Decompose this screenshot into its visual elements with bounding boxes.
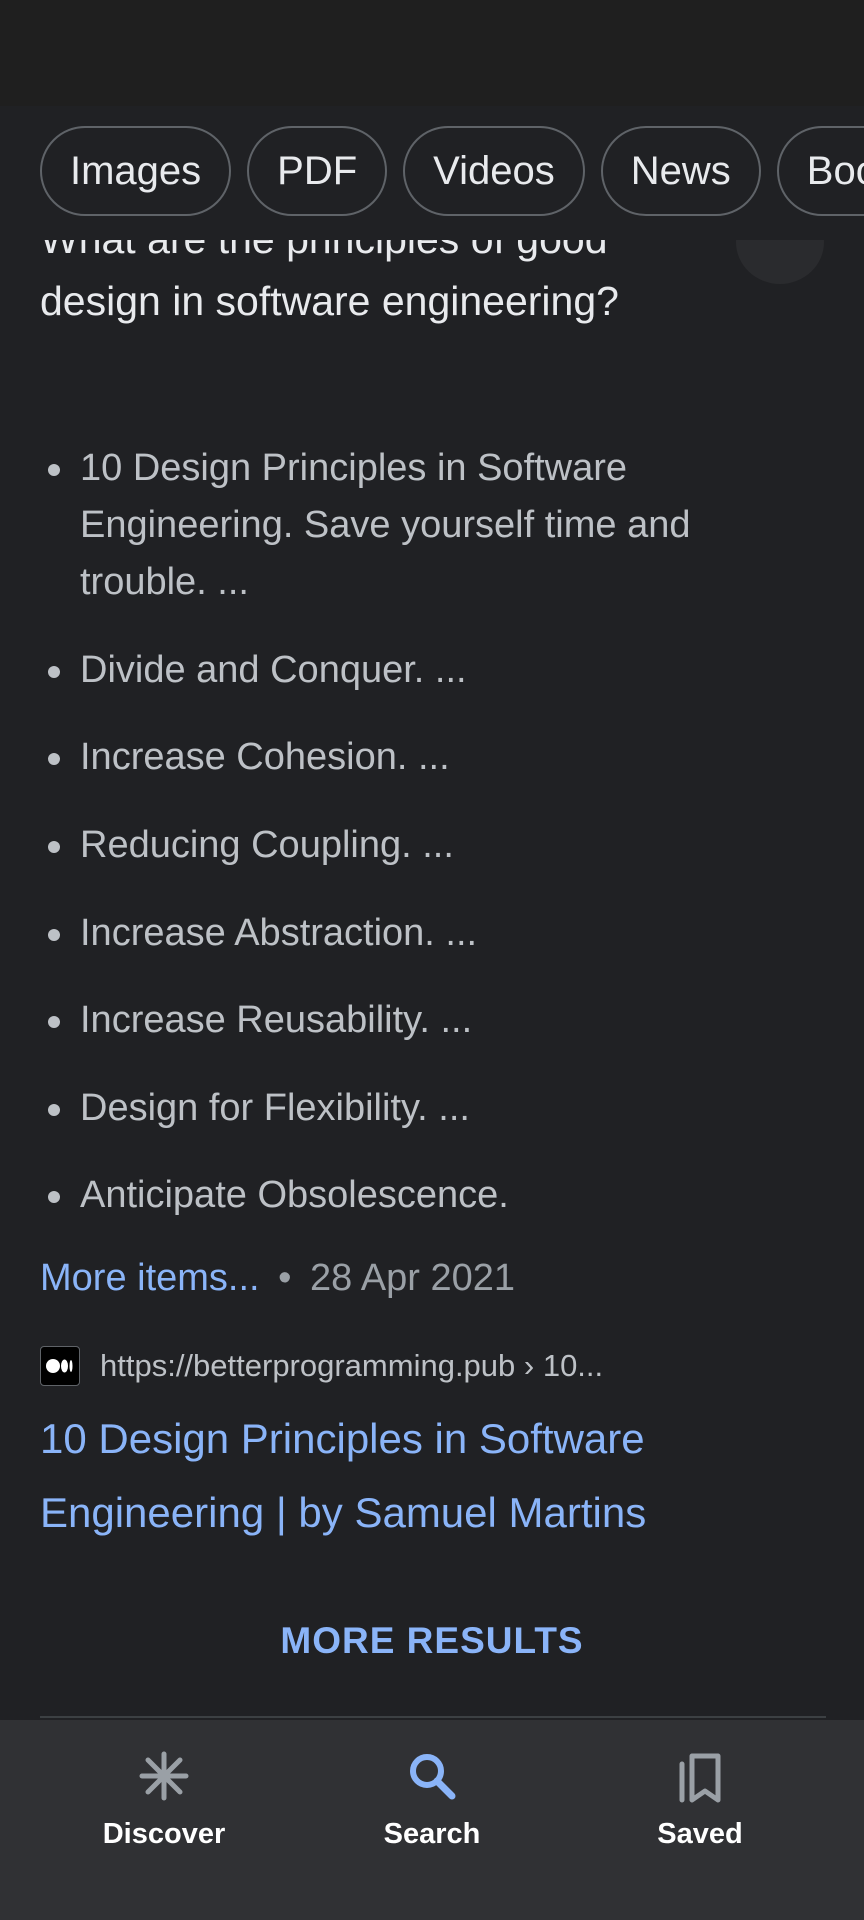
meta-line: More items... • 28 Apr 2021 <box>40 1254 515 1302</box>
bookmarks-icon <box>679 1753 721 1803</box>
separator-dot: • <box>278 1257 292 1299</box>
list-item: 10 Design Principles in Software Enginee… <box>48 440 780 611</box>
list-item: Increase Cohesion. ... <box>48 729 780 786</box>
list-item: Reducing Coupling. ... <box>48 817 780 874</box>
more-items-link[interactable]: More items... <box>40 1257 260 1299</box>
nav-saved-label: Saved <box>657 1818 743 1850</box>
nav-search[interactable]: Search <box>312 1746 552 1866</box>
nav-search-label: Search <box>383 1818 481 1850</box>
list-item: Increase Reusability. ... <box>48 992 780 1049</box>
chip-news[interactable]: News <box>600 126 761 216</box>
list-item: Design for Flexibility. ... <box>48 1080 780 1137</box>
filter-chip-bar: Images PDF Videos News Books <box>0 106 864 240</box>
more-results-button[interactable]: MORE RESULTS <box>0 1620 864 1662</box>
divider <box>40 1716 826 1718</box>
list-item-text: Anticipate Obsolescence. <box>80 1174 509 1216</box>
source-row[interactable]: https://betterprogramming.pub › 10... <box>40 1346 603 1386</box>
list-item-text: Design for Flexibility. ... <box>80 1087 470 1129</box>
question-area: What are the principles of good design i… <box>0 230 864 330</box>
list-item-text: Increase Reusability. ... <box>80 999 473 1041</box>
asterisk-icon <box>139 1751 189 1801</box>
question-heading[interactable]: What are the principles of good design i… <box>40 230 730 330</box>
list-item: Increase Abstraction. ... <box>48 905 780 962</box>
nav-saved[interactable]: Saved <box>580 1746 820 1866</box>
source-url: https://betterprogramming.pub › 10... <box>100 1348 604 1383</box>
chip-pdf[interactable]: PDF <box>247 126 388 216</box>
nav-discover-label: Discover <box>102 1818 226 1850</box>
list-item: Divide and Conquer. ... <box>48 642 780 699</box>
medium-logo-icon <box>40 1346 80 1386</box>
bottom-navigation: Discover Search Saved <box>0 1720 864 1920</box>
result-title-link[interactable]: 10 Design Principles in Software Enginee… <box>40 1402 780 1550</box>
bullet <box>48 753 60 765</box>
status-bar <box>0 0 864 106</box>
list-item: Anticipate Obsolescence. <box>48 1167 780 1224</box>
list-item-text: Increase Abstraction. ... <box>80 912 478 954</box>
list-item-text: 10 Design Principles in Software Enginee… <box>80 447 691 603</box>
publish-date: 28 Apr 2021 <box>310 1257 516 1299</box>
list-item-text: Reducing Coupling. ... <box>80 824 454 866</box>
chip-images[interactable]: Images <box>40 126 232 216</box>
bullet <box>48 464 60 476</box>
bullet <box>48 1104 60 1116</box>
bullet <box>48 1016 60 1028</box>
bullet <box>48 841 60 853</box>
bullet <box>48 1191 60 1203</box>
list-item-text: Divide and Conquer. ... <box>80 649 467 691</box>
list-item-text: Increase Cohesion. ... <box>80 736 450 778</box>
chip-videos[interactable]: Videos <box>403 126 585 216</box>
nav-discover[interactable]: Discover <box>44 1746 284 1866</box>
bullet <box>48 929 60 941</box>
chip-books[interactable]: Books <box>776 126 864 216</box>
bullet <box>48 666 60 678</box>
search-icon <box>410 1754 456 1800</box>
